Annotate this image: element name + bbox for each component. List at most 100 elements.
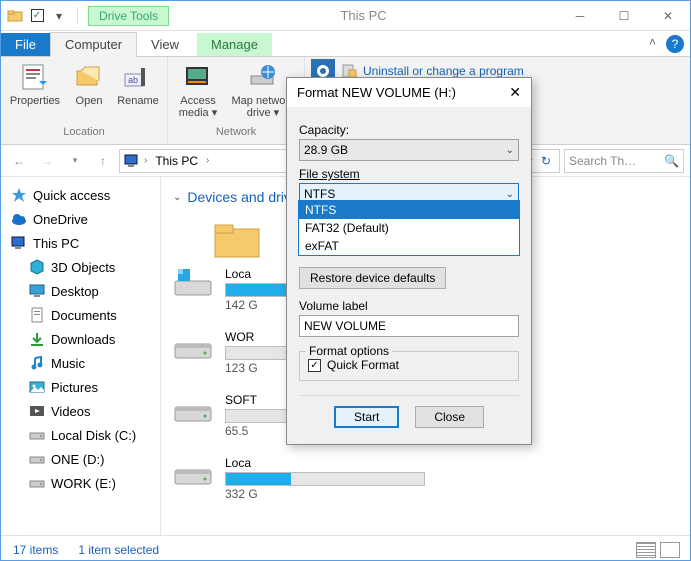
sidebar-item-local-disk-c-[interactable]: Local Disk (C:) (1, 423, 160, 447)
help-icon[interactable]: ? (666, 35, 684, 53)
format-options-label: Format options (306, 344, 392, 358)
sidebar-item-downloads[interactable]: Downloads (1, 327, 160, 351)
close-button[interactable]: Close (415, 406, 484, 428)
filesystem-dropdown: NTFSFAT32 (Default)exFAT (298, 200, 520, 256)
checkbox-icon[interactable]: ✓ (29, 8, 45, 24)
doc-icon (29, 307, 45, 323)
back-button[interactable]: ← (7, 149, 31, 173)
qat-dropdown-icon[interactable]: ▾ (51, 8, 67, 24)
titlebar: ✓ ▾ Drive Tools This PC ─ ☐ ✕ (1, 1, 690, 31)
capacity-select[interactable]: 28.9 GB⌄ (299, 139, 519, 161)
rename-button[interactable]: ab Rename (115, 61, 161, 124)
pc-icon (11, 235, 27, 251)
cloud-icon (11, 211, 27, 227)
sidebar-item-desktop[interactable]: Desktop (1, 279, 160, 303)
status-bar: 17 items 1 item selected (1, 535, 690, 561)
drive-name: Loca (225, 456, 425, 470)
folder-icon[interactable] (213, 219, 261, 259)
sidebar-item-label: This PC (33, 236, 79, 251)
tab-file[interactable]: File (1, 33, 50, 56)
sidebar-item-label: Music (51, 356, 85, 371)
sidebar-item-label: Desktop (51, 284, 99, 299)
sidebar-item-label: Pictures (51, 380, 98, 395)
vid-icon (29, 403, 45, 419)
refresh-icon[interactable]: ↻ (537, 154, 555, 168)
dialog-close-icon[interactable]: ✕ (509, 84, 521, 101)
maximize-button[interactable]: ☐ (602, 1, 646, 31)
sidebar-item-this-pc[interactable]: This PC (1, 231, 160, 255)
sidebar-item-videos[interactable]: Videos (1, 399, 160, 423)
recent-dropdown[interactable]: ▾ (63, 149, 87, 173)
item-count: 17 items (13, 543, 58, 557)
ribbon-group-location: Location (63, 124, 105, 140)
forward-button[interactable]: → (35, 149, 59, 173)
filesystem-option[interactable]: FAT32 (Default) (299, 219, 519, 237)
tab-view[interactable]: View (137, 33, 193, 56)
pic-icon (29, 379, 45, 395)
drive-icon (173, 267, 213, 299)
disk-icon (29, 475, 45, 491)
filesystem-option[interactable]: exFAT (299, 237, 519, 255)
window-title: This PC (169, 8, 558, 23)
sidebar-item-music[interactable]: Music (1, 351, 160, 375)
chevron-down-icon: ⌄ (173, 192, 181, 203)
sidebar-item-documents[interactable]: Documents (1, 303, 160, 327)
chevron-right-icon[interactable]: › (144, 155, 147, 166)
ribbon-group-network: Network (216, 124, 256, 140)
filesystem-option[interactable]: NTFS (299, 201, 519, 219)
down-icon (29, 331, 45, 347)
properties-button[interactable]: Properties (7, 61, 63, 124)
explorer-window: ✓ ▾ Drive Tools This PC ─ ☐ ✕ File Compu… (0, 0, 691, 561)
drive-icon (173, 456, 213, 488)
sidebar-item-3d-objects[interactable]: 3D Objects (1, 255, 160, 279)
sidebar-item-pictures[interactable]: Pictures (1, 375, 160, 399)
selection-count: 1 item selected (78, 543, 159, 557)
breadcrumb[interactable]: This PC (151, 154, 202, 168)
sidebar-item-quick-access[interactable]: Quick access (1, 183, 160, 207)
large-icons-view-icon[interactable] (660, 542, 680, 558)
sidebar-item-label: Documents (51, 308, 117, 323)
desktop-icon (29, 283, 45, 299)
disk-icon (29, 451, 45, 467)
access-media-button[interactable]: Access media ▾ (174, 61, 222, 124)
sidebar: Quick access OneDrive This PC 3D Objects Des… (1, 177, 161, 535)
sidebar-item-label: WORK (E:) (51, 476, 116, 491)
volume-label-label: Volume label (299, 299, 519, 313)
restore-defaults-button[interactable]: Restore device defaults (299, 267, 446, 289)
open-button[interactable]: Open (69, 61, 109, 124)
star-icon (11, 187, 27, 203)
sidebar-item-label: Downloads (51, 332, 115, 347)
drive-icon (173, 393, 213, 425)
tab-computer[interactable]: Computer (50, 32, 137, 57)
tab-manage[interactable]: Manage (197, 33, 272, 56)
quick-format-checkbox[interactable]: ✓ Quick Format (308, 358, 510, 372)
search-input[interactable]: Search Th… 🔍 (564, 149, 684, 173)
sidebar-item-one-d-[interactable]: ONE (D:) (1, 447, 160, 471)
details-view-icon[interactable] (636, 542, 656, 558)
ribbon-collapse-icon[interactable]: ˄ (649, 35, 656, 53)
music-icon (29, 355, 45, 371)
close-button[interactable]: ✕ (646, 1, 690, 31)
sidebar-item-work-e-[interactable]: WORK (E:) (1, 471, 160, 495)
volume-label-input[interactable]: NEW VOLUME (299, 315, 519, 337)
start-button[interactable]: Start (334, 406, 399, 428)
minimize-button[interactable]: ─ (558, 1, 602, 31)
format-dialog: Format NEW VOLUME (H:) ✕ Capacity: 28.9 … (286, 77, 532, 445)
drive-sub: 332 G (225, 487, 425, 501)
sidebar-item-label: ONE (D:) (51, 452, 104, 467)
sidebar-item-label: OneDrive (33, 212, 88, 227)
usage-bar (225, 472, 425, 486)
chevron-down-icon: ⌄ (506, 145, 514, 156)
sidebar-item-label: Quick access (33, 188, 110, 203)
up-button[interactable]: ↑ (91, 149, 115, 173)
sidebar-item-onedrive[interactable]: OneDrive (1, 207, 160, 231)
drive-item[interactable]: Loca 332 G (173, 456, 678, 501)
chevron-down-icon: ⌄ (506, 189, 514, 200)
chevron-right-icon[interactable]: › (206, 155, 209, 166)
svg-text:ab: ab (128, 75, 138, 85)
disk-icon (29, 427, 45, 443)
capacity-label: Capacity: (299, 123, 519, 137)
filesystem-label: File system (299, 167, 519, 181)
search-icon: 🔍 (664, 154, 679, 168)
cube-icon (29, 259, 45, 275)
